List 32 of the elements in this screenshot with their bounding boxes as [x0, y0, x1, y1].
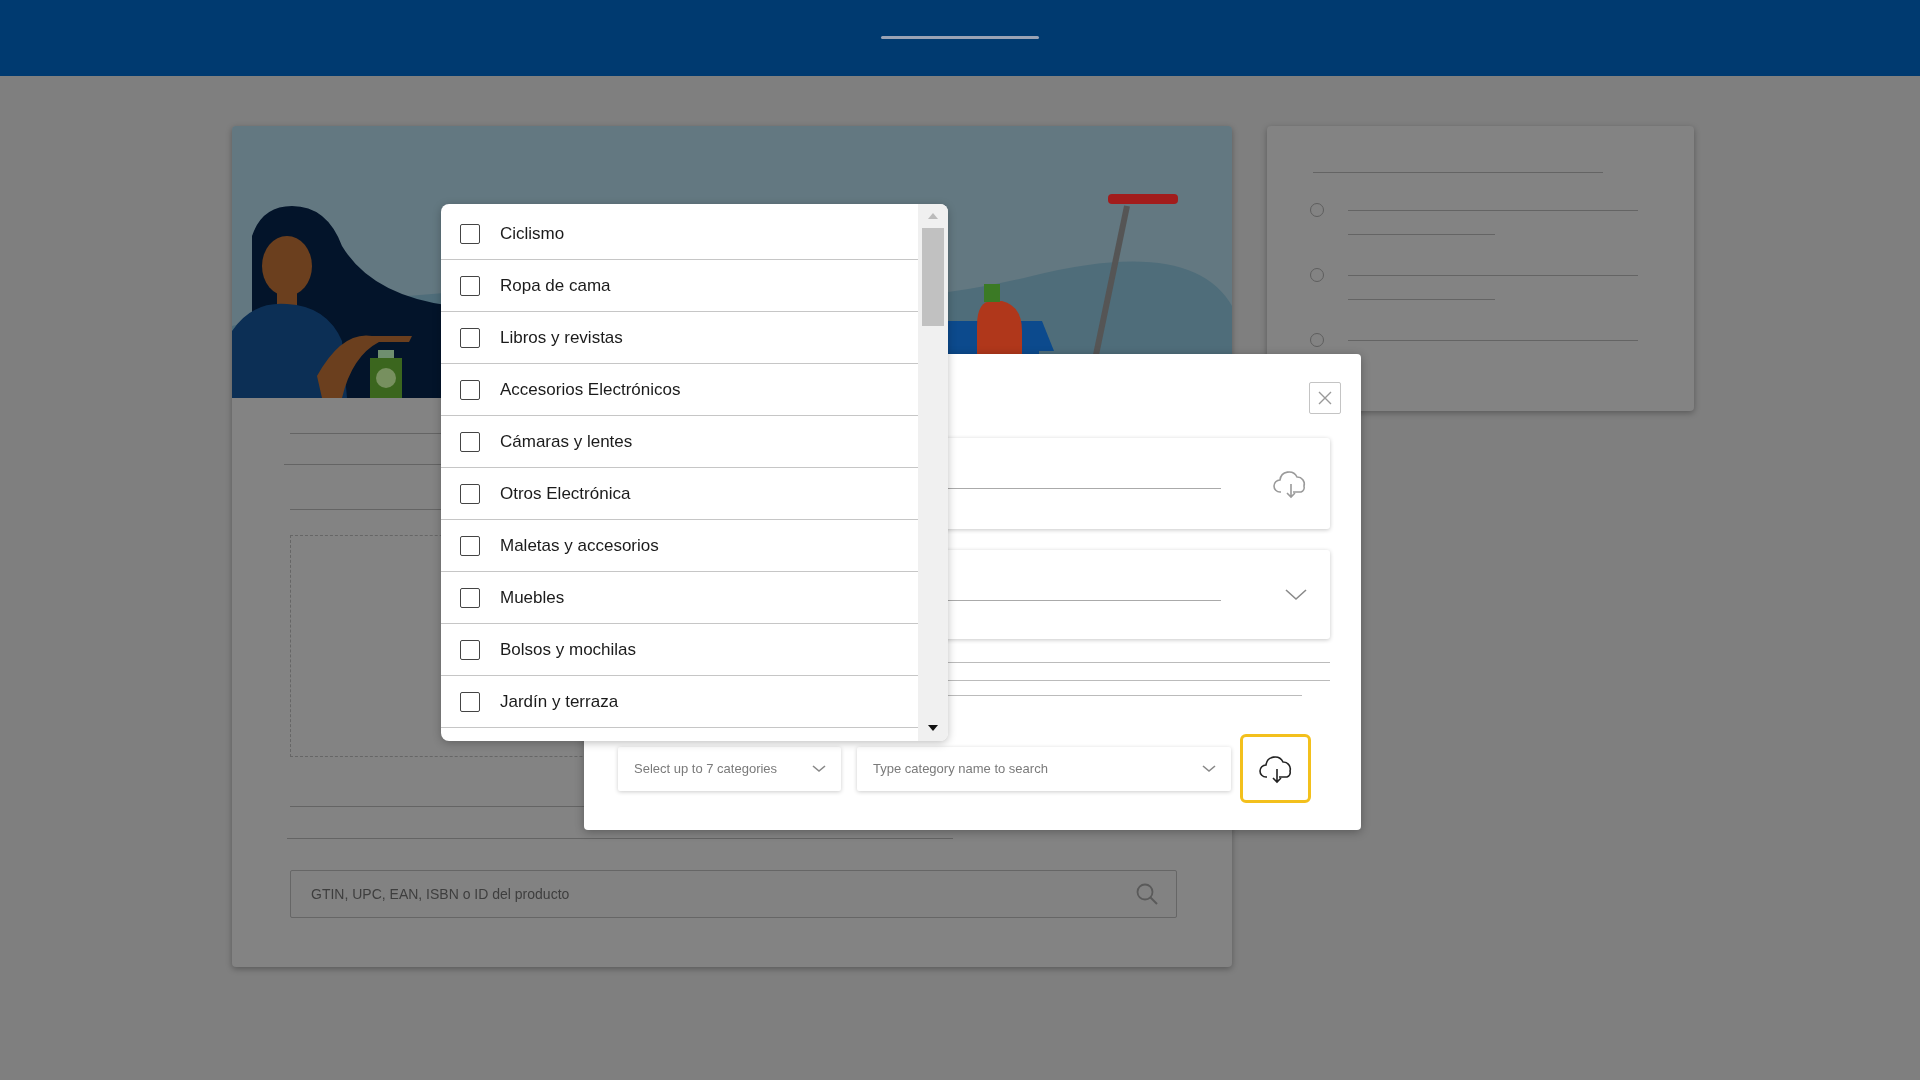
checkbox[interactable] — [460, 639, 480, 660]
category-option-label[interactable]: Maletas y accesorios — [500, 535, 659, 556]
category-option-label[interactable]: Cámaras y lentes — [500, 431, 633, 452]
upload-button[interactable] — [1240, 734, 1311, 803]
category-option-label[interactable]: Ropa de cama — [500, 275, 611, 296]
checkbox[interactable] — [460, 431, 480, 452]
category-option-label[interactable]: Muebles — [500, 587, 565, 608]
chevron-down-icon — [1201, 763, 1217, 774]
chevron-down-icon — [811, 763, 827, 774]
checkbox[interactable] — [460, 535, 480, 556]
category-dropdown-menu[interactable]: Ciclismo Ropa de cama Libros y revistas Accesorios Electrónicos Cámaras y lentes Otros Electrónica Maletas y accesorios Muebles Bolsos y mochilas Jardín y terraza — [441, 204, 948, 741]
category-option-label[interactable]: Accesorios Electrónicos — [500, 379, 681, 400]
chevron-down-icon — [1284, 587, 1308, 602]
category-option-label[interactable]: Libros y revistas — [500, 327, 623, 348]
checkbox[interactable] — [460, 327, 480, 348]
close-button[interactable] — [1309, 382, 1341, 414]
checkbox[interactable] — [460, 691, 480, 712]
checkbox[interactable] — [460, 379, 480, 400]
category-select-field[interactable]: Select up to 7 categories — [618, 746, 841, 791]
category-option-label[interactable]: Bolsos y mochilas — [500, 639, 637, 660]
checkbox[interactable] — [460, 587, 480, 608]
product-search-field[interactable]: GTIN, UPC, EAN, ISBN o ID del producto — [290, 870, 1177, 918]
category-option-label[interactable]: Ciclismo — [500, 223, 565, 244]
checkbox[interactable] — [460, 275, 480, 296]
category-option-label[interactable]: Jardín y terraza — [500, 691, 619, 712]
close-icon — [1318, 391, 1332, 405]
scroll-down-arrow-icon[interactable] — [927, 724, 939, 732]
scrollbar-thumb[interactable] — [922, 228, 944, 326]
checkbox[interactable] — [460, 483, 480, 504]
category-option-label[interactable]: Otros Electrónica — [500, 483, 631, 504]
category-search-field[interactable]: Type category name to search — [857, 746, 1231, 791]
checkbox[interactable] — [460, 223, 480, 244]
